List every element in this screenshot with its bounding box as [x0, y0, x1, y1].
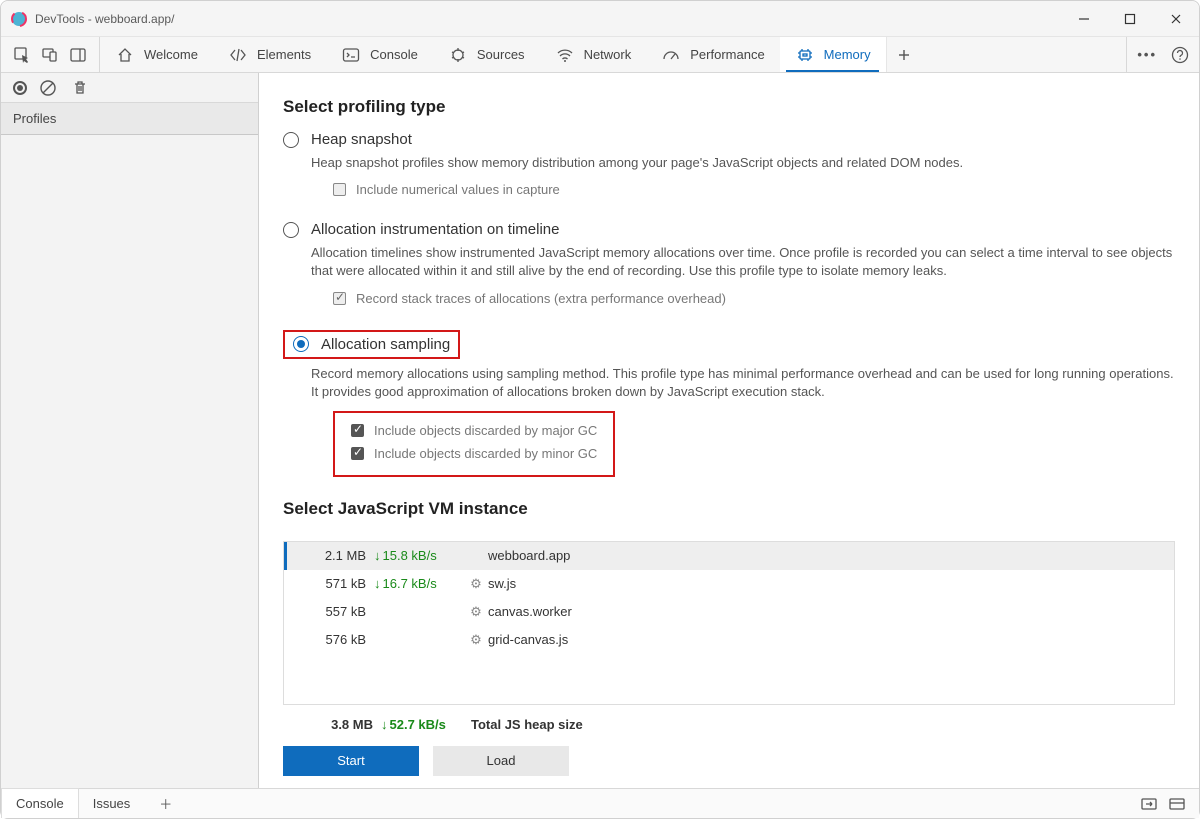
network-icon	[554, 44, 576, 66]
window-titlebar: DevTools - webboard.app/	[1, 1, 1199, 37]
window-close-button[interactable]	[1153, 1, 1199, 37]
vm-rate: 16.7 kB/s	[374, 576, 464, 591]
help-icon[interactable]	[1171, 46, 1189, 64]
vm-size: 557 kB	[284, 604, 374, 619]
tab-console[interactable]: Console	[326, 37, 433, 72]
delete-icon[interactable]	[69, 77, 91, 99]
drawer-add-tab[interactable]: ＋	[145, 789, 187, 818]
option-title: Allocation sampling	[321, 336, 450, 353]
tab-label: Elements	[257, 47, 311, 62]
vm-rate: 15.8 kB/s	[374, 548, 464, 563]
window-minimize-button[interactable]	[1061, 1, 1107, 37]
device-emulation-icon[interactable]	[39, 44, 61, 66]
load-button[interactable]: Load	[433, 746, 569, 776]
drawer-expand-icon[interactable]	[1141, 797, 1157, 811]
checkbox-minor-gc[interactable]	[351, 447, 364, 460]
tab-label: Sources	[477, 47, 525, 62]
add-tab-button[interactable]	[886, 37, 922, 72]
vm-size: 571 kB	[284, 576, 374, 591]
vm-name: webboard.app	[488, 548, 570, 563]
home-icon	[114, 44, 136, 66]
option-desc: Record memory allocations using sampling…	[311, 365, 1175, 401]
gear-icon: ⚙	[464, 604, 488, 620]
drawer-tab-console[interactable]: Console	[1, 788, 79, 818]
tab-memory[interactable]: Memory	[780, 37, 886, 72]
vm-instance-row[interactable]: 557 kB . ⚙ canvas.worker	[284, 598, 1174, 626]
vm-instance-table: 2.1 MB 15.8 kB/s webboard.app 571 kB 16.…	[283, 541, 1175, 705]
option-title: Allocation instrumentation on timeline	[311, 221, 559, 238]
tab-label: Memory	[824, 47, 871, 62]
window-maximize-button[interactable]	[1107, 1, 1153, 37]
total-label: Total JS heap size	[471, 717, 583, 732]
tab-label: Network	[584, 47, 632, 62]
vm-name: canvas.worker	[488, 604, 572, 619]
vm-instance-row[interactable]: 576 kB . ⚙ grid-canvas.js	[284, 626, 1174, 654]
vm-name: grid-canvas.js	[488, 632, 568, 647]
sidebar-section-profiles[interactable]: Profiles	[1, 103, 258, 135]
sources-icon	[447, 44, 469, 66]
checkbox-include-numeric[interactable]	[333, 183, 346, 196]
vm-size: 576 kB	[284, 632, 374, 647]
record-icon[interactable]	[13, 81, 27, 95]
dock-side-icon[interactable]	[67, 44, 89, 66]
option-desc: Allocation timelines show instrumented J…	[311, 244, 1175, 280]
vm-size: 2.1 MB	[284, 548, 374, 563]
option-allocation-sampling[interactable]: Allocation sampling Record memory alloca…	[283, 330, 1175, 477]
window-title: DevTools - webboard.app/	[35, 12, 174, 26]
vm-rate: .	[374, 604, 464, 619]
drawer-close-icon[interactable]	[1169, 797, 1185, 811]
devtools-logo-icon	[11, 11, 27, 27]
tab-elements[interactable]: Elements	[213, 37, 326, 72]
radio-allocation-timeline[interactable]	[283, 222, 299, 238]
devtools-drawer: Console Issues ＋	[1, 788, 1199, 818]
more-options-icon[interactable]: •••	[1137, 47, 1157, 62]
option-title: Heap snapshot	[311, 131, 412, 148]
devtools-panel-tabs: Welcome Elements Console Sources Network…	[1, 37, 1199, 73]
drawer-tab-issues[interactable]: Issues	[79, 789, 146, 818]
tab-network[interactable]: Network	[540, 37, 647, 72]
tab-performance[interactable]: Performance	[646, 37, 779, 72]
performance-icon	[660, 44, 682, 66]
gear-icon: ⚙	[464, 632, 488, 648]
option-heap-snapshot[interactable]: Heap snapshot Heap snapshot profiles sho…	[283, 131, 1175, 205]
checkbox-major-gc[interactable]	[351, 424, 364, 437]
inspect-element-icon[interactable]	[11, 44, 33, 66]
vm-instance-row[interactable]: 2.1 MB 15.8 kB/s webboard.app	[284, 542, 1174, 570]
checkbox-label: Include objects discarded by major GC	[374, 423, 597, 438]
vm-rate: .	[374, 632, 464, 647]
checkbox-record-stacks[interactable]	[333, 292, 346, 305]
clear-icon[interactable]	[37, 77, 59, 99]
option-allocation-timeline[interactable]: Allocation instrumentation on timeline A…	[283, 221, 1175, 313]
total-rate: 52.7 kB/s	[381, 717, 471, 732]
heading-profiling-type: Select profiling type	[283, 97, 1175, 117]
radio-allocation-sampling[interactable]	[293, 336, 309, 352]
option-desc: Heap snapshot profiles show memory distr…	[311, 154, 1175, 172]
vm-instance-row[interactable]: 571 kB 16.7 kB/s ⚙ sw.js	[284, 570, 1174, 598]
radio-heap-snapshot[interactable]	[283, 132, 299, 148]
gear-icon: ⚙	[464, 576, 488, 592]
total-heap-row: 3.8 MB 52.7 kB/s Total JS heap size	[283, 705, 1175, 746]
console-icon	[340, 44, 362, 66]
start-button[interactable]: Start	[283, 746, 419, 776]
memory-panel-content: Select profiling type Heap snapshot Heap…	[259, 73, 1199, 788]
checkbox-label: Include objects discarded by minor GC	[374, 446, 597, 461]
tab-sources[interactable]: Sources	[433, 37, 540, 72]
checkbox-label: Include numerical values in capture	[356, 182, 560, 197]
heading-vm-instance: Select JavaScript VM instance	[283, 499, 1175, 519]
tab-label: Welcome	[144, 47, 198, 62]
vm-name: sw.js	[488, 576, 516, 591]
memory-sidebar: Profiles	[1, 73, 259, 788]
elements-icon	[227, 44, 249, 66]
total-size: 3.8 MB	[307, 717, 381, 732]
tab-label: Performance	[690, 47, 764, 62]
memory-icon	[794, 44, 816, 66]
tab-welcome[interactable]: Welcome	[100, 37, 213, 72]
tab-label: Console	[370, 47, 418, 62]
checkbox-label: Record stack traces of allocations (extr…	[356, 291, 726, 306]
